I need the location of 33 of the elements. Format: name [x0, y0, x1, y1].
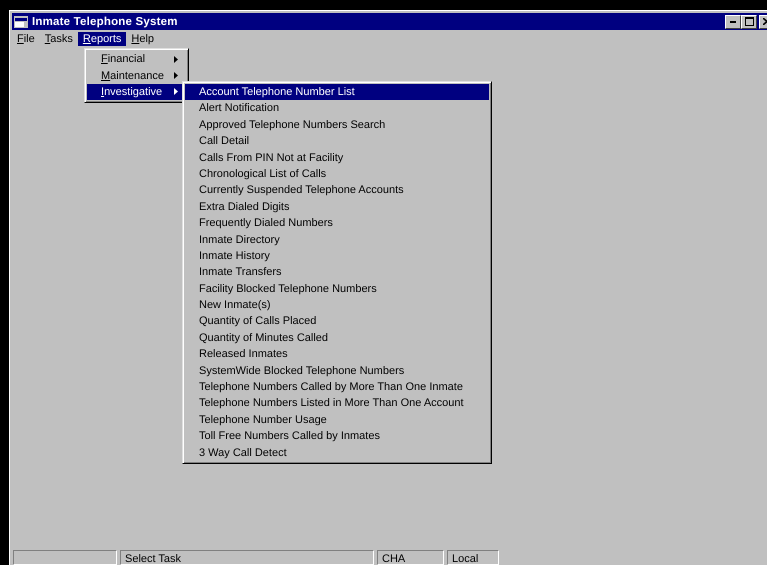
menu-item[interactable]: Calls From PIN Not at Facility — [185, 150, 489, 166]
menu-item[interactable]: Financial — [87, 51, 186, 68]
menu-item[interactable]: Extra Dialed Digits — [185, 198, 489, 216]
menu-item[interactable]: Reports — [78, 32, 126, 46]
menu-item[interactable]: File — [12, 32, 40, 46]
menu-item[interactable]: Approved Telephone Numbers Search — [185, 116, 489, 134]
menu-item[interactable]: SystemWide Blocked Telephone Numbers — [185, 362, 489, 380]
status-pane: CHA — [377, 550, 444, 565]
menu-item[interactable]: Account Telephone Number List — [185, 84, 489, 100]
menu-item[interactable]: Call Detail — [185, 133, 489, 150]
menu-item[interactable]: Currently Suspended Telephone Accounts — [185, 182, 489, 199]
window-title: Inmate Telephone System — [32, 16, 179, 28]
status-pane: Select Task — [120, 550, 374, 565]
menu-item[interactable]: Inmate Transfers — [185, 264, 489, 281]
menu-item[interactable]: Help — [126, 32, 160, 46]
status-pane: Local — [447, 550, 499, 565]
menu-item[interactable]: Facility Blocked Telephone Numbers — [185, 280, 489, 298]
menu-item[interactable]: Telephone Number Usage — [185, 412, 489, 428]
menu-item[interactable]: Maintenance — [87, 67, 186, 84]
menu-item[interactable]: Frequently Dialed Numbers — [185, 215, 489, 232]
menu-item[interactable]: Telephone Numbers Called by More Than One Inmate — [185, 379, 489, 396]
menu-item[interactable]: Quantity of Minutes Called — [185, 330, 489, 346]
menu-item[interactable]: Inmate Directory — [185, 232, 489, 248]
menu-item[interactable]: New Inmate(s) — [185, 297, 489, 314]
menu-item[interactable]: 3 Way Call Detect — [185, 444, 489, 461]
menu-item[interactable]: Tasks — [40, 32, 78, 46]
menu-item[interactable]: Telephone Numbers Listed in More Than One Account — [185, 395, 489, 412]
menu-item[interactable]: Inmate History — [185, 248, 489, 264]
menu-item[interactable]: Chronological List of Calls — [185, 166, 489, 182]
menu-item[interactable]: Quantity of Calls Placed — [185, 313, 489, 330]
menu-item[interactable]: Released Inmates — [185, 346, 489, 363]
menu-item[interactable]: Alert Notification — [185, 100, 489, 117]
menu-item[interactable]: Toll Free Numbers Called by Inmates — [185, 428, 489, 445]
